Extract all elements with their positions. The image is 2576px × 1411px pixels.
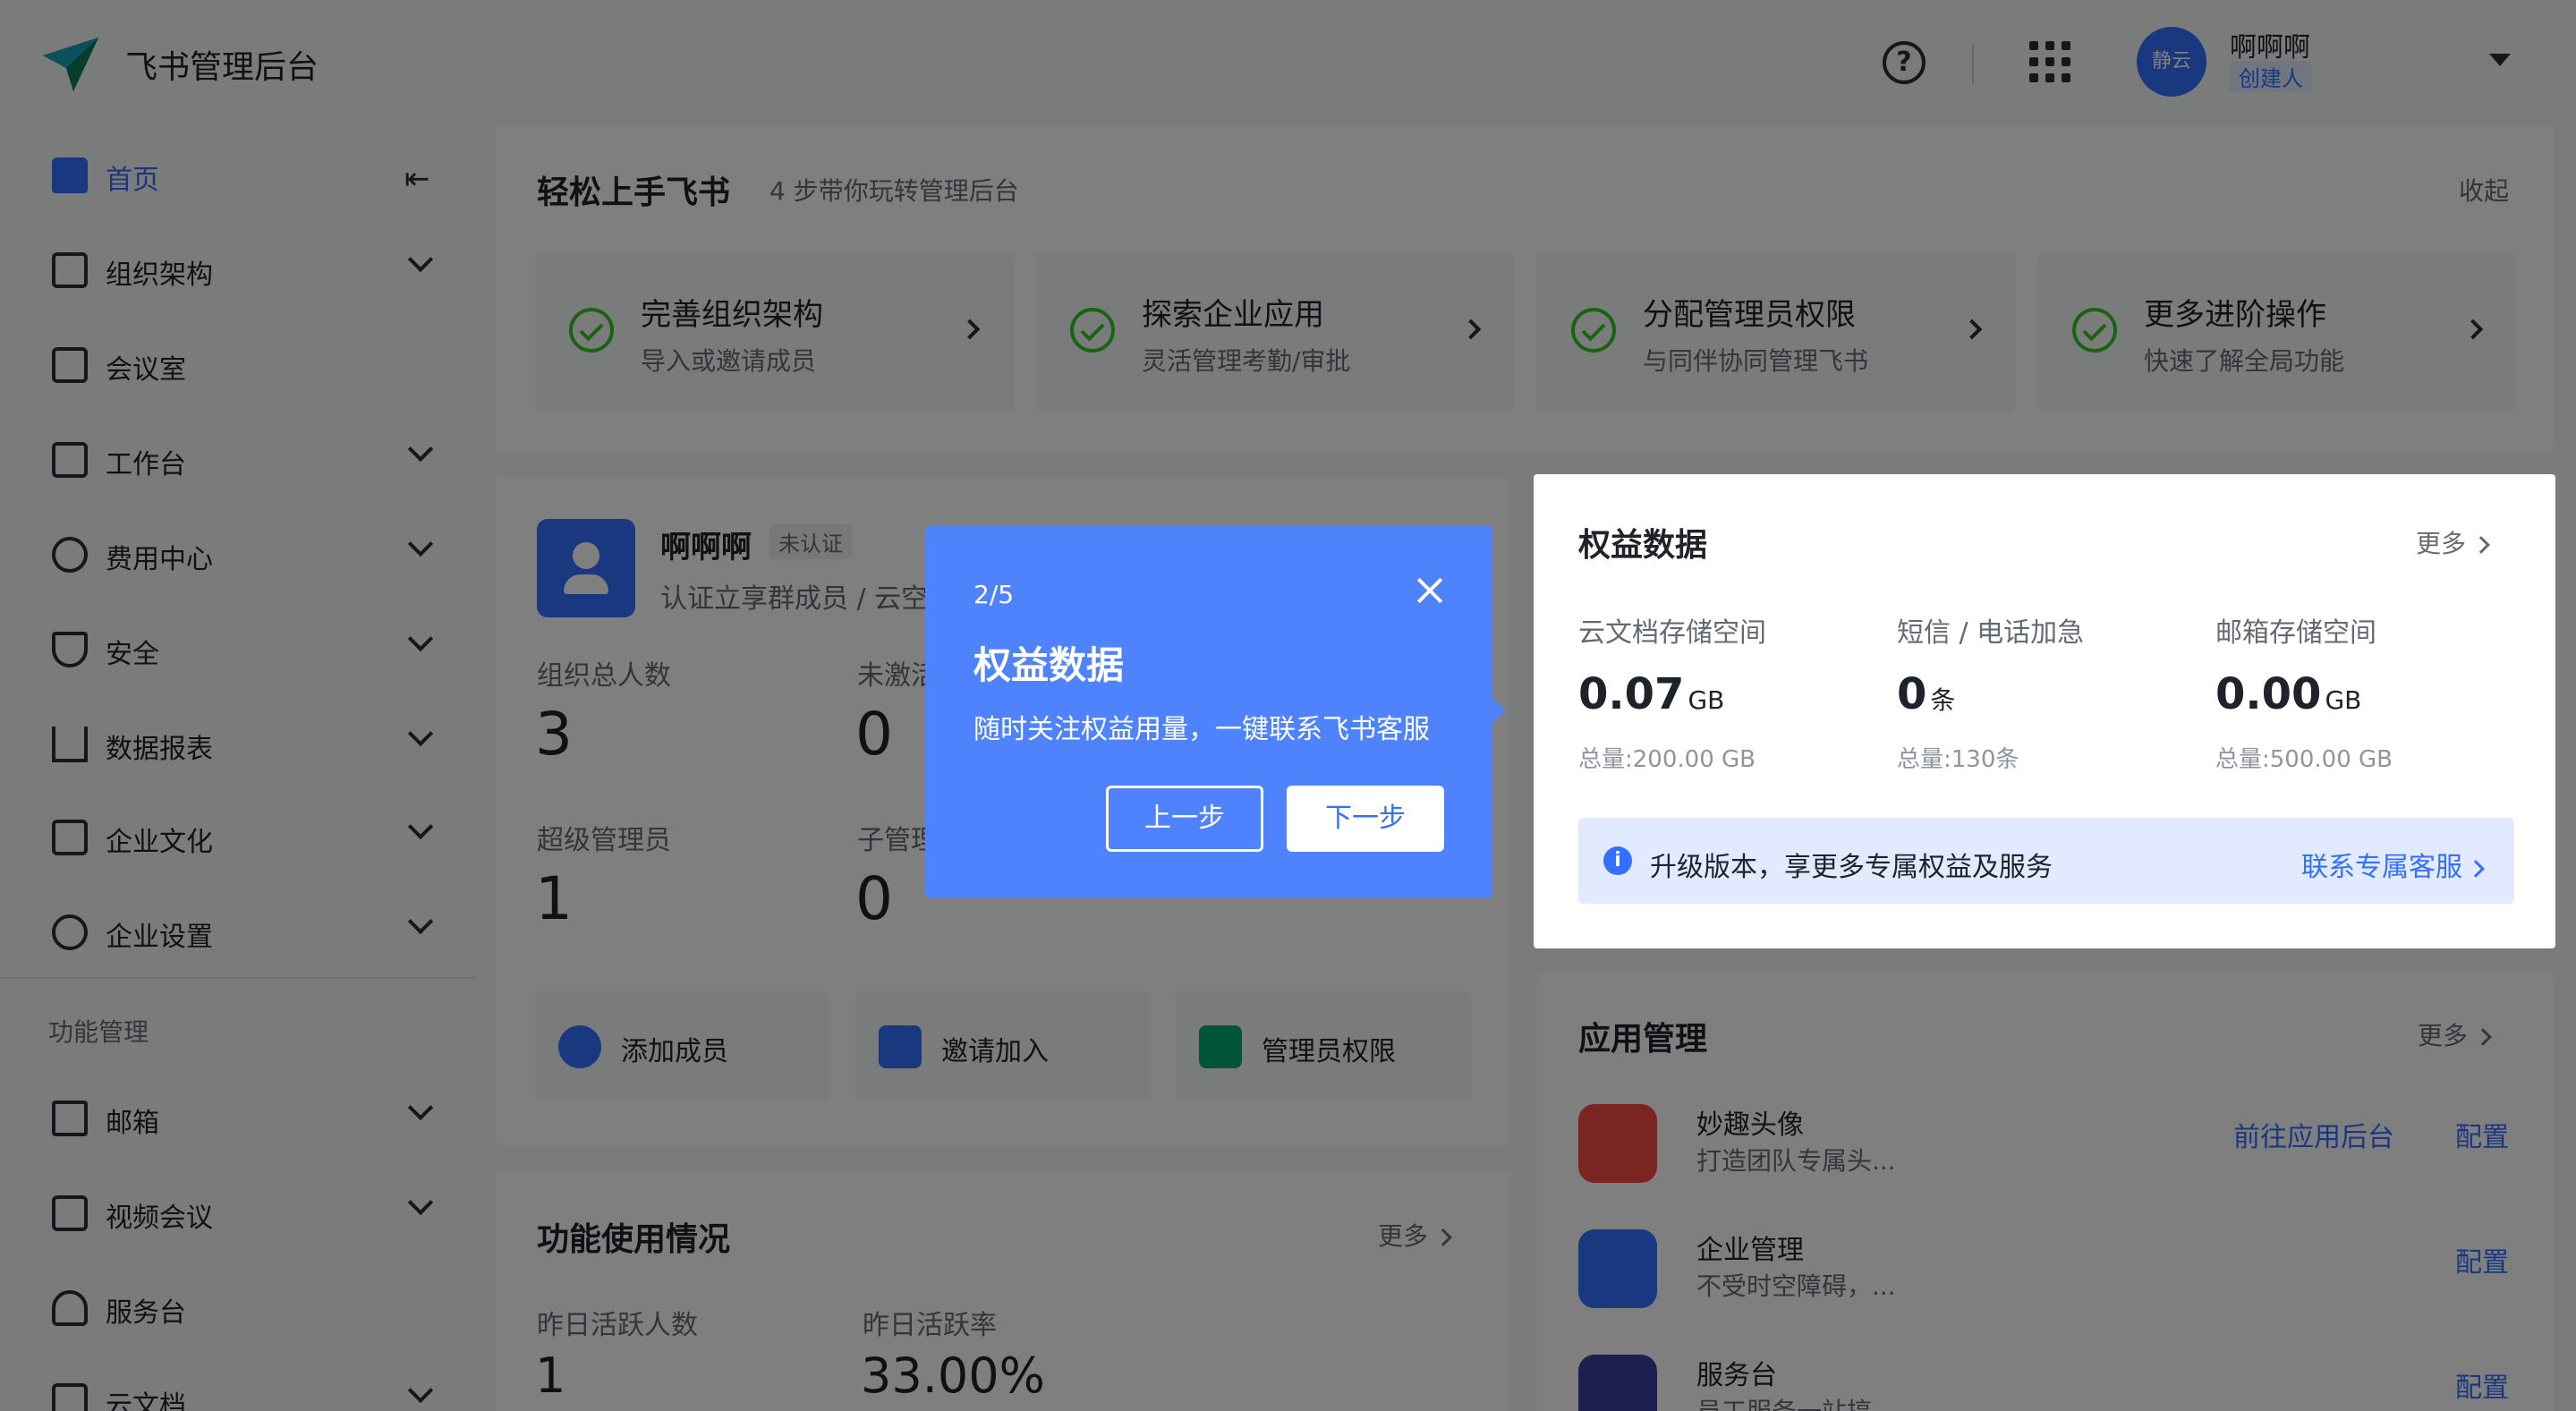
benefit-data-card: 权益数据 更多 云文档存储空间 0.07 GB 总量:200.00 GB 短信 /… bbox=[1534, 474, 2555, 948]
tour-desc: 随时关注权益用量，一键联系飞书客服 bbox=[973, 714, 1430, 745]
prev-step-button[interactable]: 上一步 bbox=[1106, 786, 1263, 852]
benefit-value: 0条 bbox=[1897, 669, 1955, 719]
benefit-total: 总量:500.00 GB bbox=[2215, 746, 2393, 773]
tour-step-indicator: 2/5 bbox=[973, 580, 1015, 609]
info-icon: i bbox=[1603, 846, 1632, 875]
value-unit: GB bbox=[1688, 685, 1725, 715]
benefit-label: 短信 / 电话加急 bbox=[1897, 617, 2085, 649]
benefit-total: 总量:130条 bbox=[1897, 746, 2019, 773]
value-number: 0 bbox=[1897, 669, 1927, 719]
chevron-right-icon bbox=[2467, 859, 2485, 878]
contact-support-link[interactable]: 联系专属客服 bbox=[2301, 845, 2485, 884]
tour-title: 权益数据 bbox=[973, 643, 1125, 687]
next-step-button[interactable]: 下一步 bbox=[1287, 786, 1444, 852]
benefit-total: 总量:200.00 GB bbox=[1578, 746, 1756, 773]
value-unit: GB bbox=[2325, 685, 2362, 715]
value-number: 0.07 bbox=[1578, 669, 1685, 719]
benefit-label: 云文档存储空间 bbox=[1578, 617, 1766, 649]
benefit-value: 0.00 GB bbox=[2215, 669, 2361, 719]
close-icon[interactable] bbox=[1412, 573, 1448, 608]
value-number: 0.00 bbox=[2215, 669, 2322, 719]
benefit-more-link[interactable]: 更多 bbox=[2416, 524, 2490, 560]
benefit-label: 邮箱存储空间 bbox=[2215, 617, 2376, 649]
chevron-right-icon bbox=[2472, 536, 2490, 554]
upgrade-banner: i 升级版本，享更多专属权益及服务 联系专属客服 bbox=[1578, 818, 2514, 904]
upgrade-banner-text: 升级版本，享更多专属权益及服务 bbox=[1650, 852, 2053, 883]
more-label: 更多 bbox=[2416, 529, 2467, 558]
benefit-title: 权益数据 bbox=[1578, 527, 1708, 564]
contact-support-label: 联系专属客服 bbox=[2301, 852, 2462, 883]
tour-popover: 2/5 权益数据 随时关注权益用量，一键联系飞书客服 上一步 下一步 bbox=[925, 526, 1505, 898]
value-unit: 条 bbox=[1930, 685, 1956, 715]
benefit-value: 0.07 GB bbox=[1578, 669, 1724, 719]
